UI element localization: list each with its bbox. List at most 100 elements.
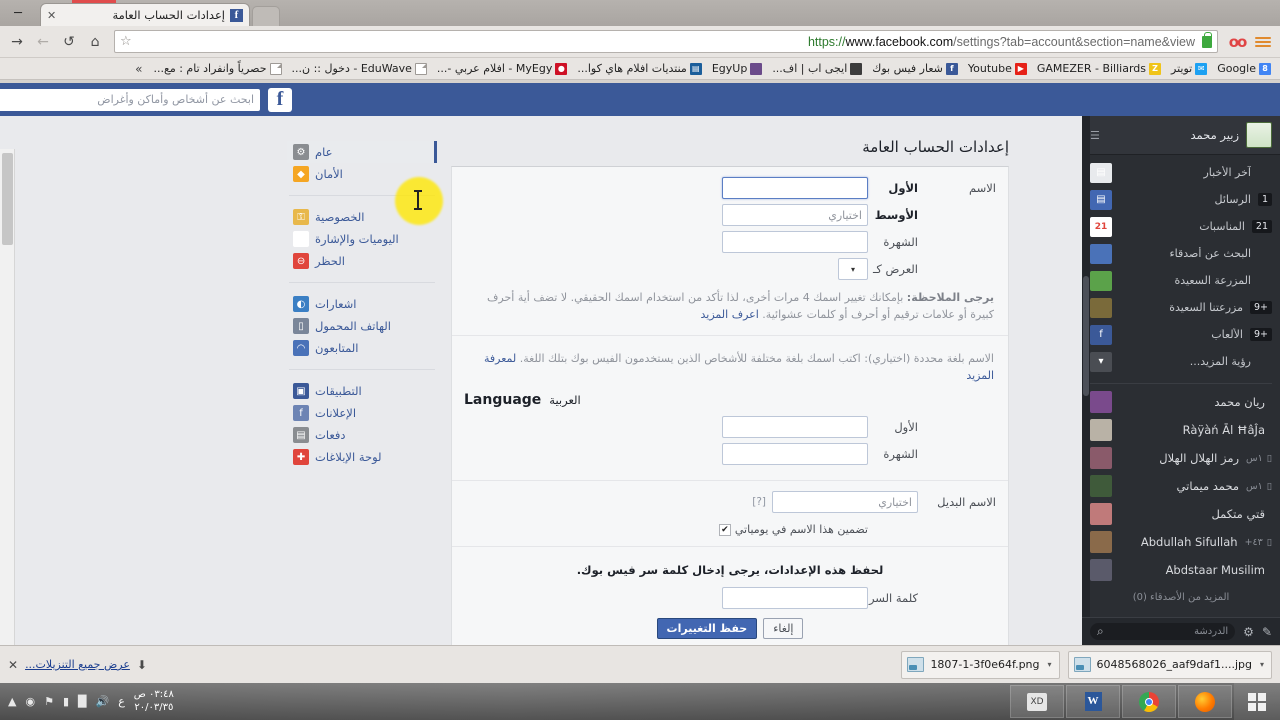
display-as-select[interactable]: ▾ [838, 258, 868, 280]
chat-list-item[interactable]: ▯ ٤٣+ Abdullah Sifullah [1082, 528, 1280, 556]
alt-last-row: الشهرة [464, 443, 996, 465]
include-name-checkbox[interactable]: ✔ [719, 524, 731, 536]
url-scheme: https:// [808, 35, 846, 49]
tab-close-icon[interactable]: ✕ [47, 9, 56, 22]
rail-item-games[interactable]: +9 الألعاب f [1082, 321, 1280, 348]
chrome-taskbar-icon[interactable] [1122, 685, 1176, 718]
download-item[interactable]: 6048568026_aaf9daf1....jpg ▾ [1068, 651, 1272, 679]
adblock-extension-button[interactable]: oo [1226, 31, 1248, 53]
rail-scrollbar-thumb[interactable] [1083, 276, 1089, 396]
back-button[interactable]: ← [32, 31, 54, 53]
bookmark-item[interactable]: حصرياً وانفراد تام : مع... [149, 60, 287, 78]
pdf-taskbar-icon[interactable]: XD [1010, 685, 1064, 718]
window-minimize-button[interactable]: ─ [0, 0, 36, 26]
download-menu-chevron-icon[interactable]: ▾ [1046, 660, 1054, 669]
rail-scrollbar[interactable] [1082, 116, 1090, 617]
browser-tab-active[interactable]: f إعدادات الحساب العامة ✕ [40, 3, 250, 26]
battery-icon[interactable]: ▮ [63, 695, 69, 708]
taskbar-clock[interactable]: ٠٣:٤٨ ص ٢٠/٠٣/٣٥ [134, 689, 174, 714]
middle-name-input[interactable] [722, 204, 868, 226]
alt-last-name-input[interactable] [722, 443, 868, 465]
close-shelf-icon[interactable]: ✕ [8, 658, 18, 672]
chat-list-item[interactable]: ▯ ١س محمد ميماتي [1082, 472, 1280, 500]
privacy-shortcuts-icon[interactable]: ☰ [1090, 129, 1100, 142]
sidebar-item-lock[interactable]: ⚿ الخصوصية [287, 206, 437, 228]
bookmark-item[interactable]: Z GAMEZER - Billiards [1032, 60, 1166, 78]
compose-icon[interactable]: ✎ [1262, 625, 1272, 639]
rail-item-chevron-down[interactable]: رؤية المزيد... ▾ [1082, 348, 1280, 375]
bookmark-item[interactable]: ايجى اب | اف... [767, 60, 867, 78]
download-item[interactable]: 1807-1-3f0e64f.png ▾ [901, 651, 1059, 679]
cancel-button[interactable]: إلغاء [763, 618, 803, 639]
bookmark-star-icon[interactable]: ☆ [120, 34, 132, 49]
bookmark-item[interactable]: EduWave - دخول :: ن... [287, 60, 432, 78]
sidebar-item-mobile[interactable]: ▯ الهاتف المحمول [287, 315, 437, 337]
rail-item-farm2-game[interactable]: +9 مزرعتنا السعيدة [1082, 294, 1280, 321]
sidebar-item-support-inbox[interactable]: ✚ لوحة الإبلاغات [287, 446, 437, 468]
chat-list-item[interactable]: قتي متكمل [1082, 500, 1280, 528]
rail-item-messages[interactable]: 1 الرسائل ▤ [1082, 186, 1280, 213]
bookmarks-overflow-button[interactable]: » [129, 62, 148, 76]
password-input[interactable] [722, 587, 868, 609]
chat-list-item[interactable]: Abdstaar Musilim [1082, 556, 1280, 584]
facebook-search-box[interactable]: ⌕ ابحث عن أشخاص وأماكن وأغراض [0, 89, 260, 111]
more-friends-label[interactable]: المزيد من الأصدقاء (0) [1082, 584, 1280, 609]
chat-list-item[interactable]: ريان محمد [1082, 388, 1280, 416]
shield-icon: ◆ [293, 166, 309, 182]
facebook-logo-icon[interactable]: f [268, 88, 292, 112]
language-indicator[interactable]: ع [118, 695, 125, 708]
include-name-checkbox-row[interactable]: ✔ تضمين هذا الاسم في يومياتي [464, 518, 868, 536]
security-shield-icon[interactable]: ◉ [25, 695, 35, 708]
start-button[interactable] [1234, 683, 1280, 720]
volume-icon[interactable]: 🔊 [95, 695, 109, 708]
rail-user-row[interactable]: زبير محمد ☰ [1082, 116, 1280, 155]
firefox-taskbar-icon[interactable] [1178, 685, 1232, 718]
learn-more-link[interactable]: اعرف المزيد [701, 308, 759, 321]
chat-list-item[interactable]: ▯ ١س رمز الهلال الهلال [1082, 444, 1280, 472]
sidebar-item-payments[interactable]: ▤ دفعات [287, 424, 437, 446]
bookmark-item[interactable]: ▤ منتديات افلام هاي كوا... [572, 60, 706, 78]
rail-item-farm-game[interactable]: المزرعة السعيدة [1082, 267, 1280, 294]
sidebar-item-globe[interactable]: ◐ اشعارات [287, 293, 437, 315]
home-button[interactable]: ⌂ [84, 31, 106, 53]
chat-search-box[interactable]: ⌕ الدردشة [1090, 623, 1235, 640]
alt-name-input[interactable] [772, 491, 918, 513]
alt-first-name-input[interactable] [722, 416, 868, 438]
bookmark-item[interactable]: ✉ تويتر [1166, 60, 1212, 78]
show-hidden-icons-icon[interactable]: ▲ [8, 695, 16, 708]
network-signal-icon[interactable]: █ [78, 695, 86, 708]
sidebar-item-shield[interactable]: ◆ الأمان [287, 163, 437, 185]
forward-button[interactable]: → [6, 31, 28, 53]
download-menu-chevron-icon[interactable]: ▾ [1258, 660, 1266, 669]
bookmark-item[interactable]: f شعار فيس بوك [867, 60, 963, 78]
reload-button[interactable]: ↺ [58, 31, 80, 53]
word-taskbar-icon[interactable]: W [1066, 685, 1120, 718]
rail-item-events[interactable]: 21 المناسبات 21 [1082, 213, 1280, 240]
bookmark-item[interactable]: ▶ Youtube [963, 60, 1032, 78]
page-scrollbar-thumb[interactable] [2, 153, 13, 245]
save-changes-button[interactable]: حفظ التغييرات [657, 618, 758, 639]
flag-action-center-icon[interactable]: ⚑ [44, 695, 54, 708]
sidebar-item-block[interactable]: ⊖ الحظر [287, 250, 437, 272]
bookmark-item[interactable]: 8 Google [1212, 60, 1276, 78]
gear-icon[interactable]: ⚙ [1243, 625, 1254, 639]
first-name-input[interactable] [722, 177, 868, 199]
show-all-downloads-link[interactable]: عرض جميع التنزيلات... [25, 658, 130, 671]
chrome-menu-button[interactable] [1252, 31, 1274, 53]
last-name-input[interactable] [722, 231, 868, 253]
chat-list-item[interactable]: Ràÿàń Āl ĦâĴa [1082, 416, 1280, 444]
sidebar-item-gear[interactable]: ⚙ عام [287, 141, 437, 163]
new-tab-button[interactable] [252, 6, 280, 26]
page-scrollbar[interactable] [0, 149, 15, 645]
address-bar[interactable]: ☆ https://www.facebook.com/settings?tab=… [114, 30, 1218, 53]
sidebar-item-rss[interactable]: ◠ المتابعون [287, 337, 437, 359]
sidebar-item-ads[interactable]: f الإعلانات [287, 402, 437, 424]
chat-item-meta: ▯ ١س [1246, 453, 1272, 464]
sidebar-item-timeline[interactable]: ▤ اليوميات والإشارة [287, 228, 437, 250]
rail-item-newsfeed[interactable]: آخر الأخبار ▤ [1082, 159, 1280, 186]
bookmark-item[interactable]: ● MyEgy - افلام عربي -... [432, 60, 572, 78]
bookmark-item[interactable]: EgyUp [707, 60, 767, 78]
sidebar-item-apps[interactable]: ▣ التطبيقات [287, 380, 437, 402]
rail-item-find-friends[interactable]: البحث عن أصدقاء  [1082, 240, 1280, 267]
help-question-icon[interactable]: [?] [752, 496, 766, 508]
